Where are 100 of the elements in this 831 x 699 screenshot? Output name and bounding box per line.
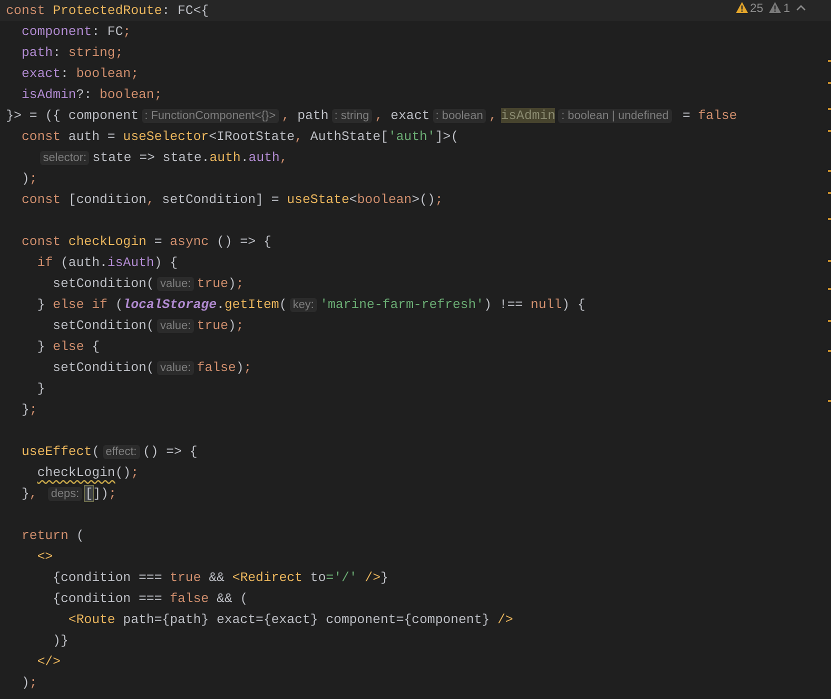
code-text: (	[115, 297, 124, 312]
code-text: )	[228, 276, 236, 291]
keyword: ;	[130, 465, 139, 480]
code-text: {condition ===	[52, 591, 164, 606]
code-text: (auth.	[60, 255, 108, 270]
keyword: boolean;	[76, 66, 139, 81]
global-object: localStorage	[123, 297, 217, 312]
code-text: )	[20, 675, 30, 690]
keyword: return	[20, 528, 70, 543]
keyword: else	[52, 339, 86, 354]
keyword: ,	[489, 108, 497, 123]
keyword: const	[20, 234, 62, 249]
keyword: true	[196, 318, 228, 333]
inlay-hint: selector:	[40, 151, 90, 165]
inlay-hint: : string	[332, 109, 372, 123]
code-text: () => {	[142, 444, 198, 459]
function-name: checkLogin	[68, 234, 146, 249]
keyword: ;	[29, 402, 38, 417]
code-text: : FC	[92, 24, 124, 39]
inlay-hint: value:	[157, 361, 194, 375]
keyword: false	[698, 108, 738, 123]
code-text: setCondition(	[52, 360, 154, 375]
property-name: component	[20, 24, 92, 39]
code-text: path	[296, 108, 329, 123]
keyword: const	[20, 192, 62, 207]
property-name: isAuth	[107, 255, 154, 270]
code-text: =	[681, 108, 692, 123]
code-text: .	[240, 150, 249, 165]
property-name: exact	[20, 66, 61, 81]
keyword: ,	[282, 108, 290, 123]
keyword: ;	[123, 24, 131, 39]
code-text: <IRootState	[208, 129, 295, 144]
property-name: path	[20, 45, 53, 60]
inlay-hint: key:	[290, 298, 317, 312]
code-text: >()	[412, 192, 436, 207]
code-text: path={path} exact={exact} component={component}	[122, 612, 490, 627]
keyword: else if	[52, 297, 108, 312]
keyword: ,	[280, 150, 288, 165]
code-text: setCondition] =	[162, 192, 280, 207]
function-name: getItem	[224, 297, 280, 312]
code-text: )	[228, 318, 236, 333]
keyword: const	[20, 129, 62, 144]
bracket-at-caret: [	[85, 486, 93, 501]
code-text: }> = ({ component	[6, 108, 139, 123]
inlay-hint: effect:	[102, 445, 140, 459]
keyword: null	[530, 297, 562, 312]
jsx-tag: </>	[6, 654, 61, 669]
code-text: [condition	[68, 192, 146, 207]
property-name: isAdmin	[20, 87, 76, 102]
function-name: useState	[286, 192, 350, 207]
jsx-tag: <Route	[6, 612, 116, 627]
code-text: ?:	[76, 87, 93, 102]
code-text: ) {	[154, 255, 178, 270]
keyword: boolean	[357, 192, 412, 207]
keyword: async	[170, 234, 210, 249]
chevron-up-icon[interactable]	[796, 4, 806, 12]
code-text: auth =	[68, 129, 116, 144]
code-text: }	[20, 402, 30, 417]
code-text: }	[36, 297, 46, 312]
keyword: ;	[29, 675, 38, 690]
code-text: state => state.	[92, 150, 210, 165]
weak-triangle-icon[interactable]	[769, 2, 782, 13]
code-text: () => {	[216, 234, 272, 249]
code-text: setCondition(	[52, 276, 154, 291]
keyword: ,	[29, 486, 38, 501]
code-text: )	[20, 171, 30, 186]
problem-count: 1	[783, 0, 790, 14]
keyword: string;	[68, 45, 124, 60]
code-text: ) !==	[484, 297, 524, 312]
warning-triangle-icon[interactable]	[736, 2, 748, 13]
jsx-tag: />	[490, 612, 514, 627]
code-text: :	[52, 45, 62, 60]
keyword: ,	[294, 129, 304, 144]
inlay-hint: value:	[157, 277, 194, 291]
code-text: =	[153, 234, 164, 249]
keyword: ;	[236, 318, 244, 333]
string-literal: ='/'	[326, 570, 358, 585]
code-text: }	[380, 570, 388, 585]
highlighted-parameter: isAdmin	[500, 108, 556, 123]
string-literal: 'auth'	[388, 129, 436, 144]
keyword: true	[196, 276, 228, 291]
keyword: ,	[375, 108, 383, 123]
code-text: }	[20, 486, 30, 501]
keyword: true	[170, 570, 202, 585]
inlay-hint: value:	[157, 319, 194, 333]
code-text: && (	[216, 591, 248, 606]
inlay-hint: deps:	[48, 487, 82, 501]
keyword: const	[6, 3, 46, 18]
function-name: useEffect	[20, 444, 92, 459]
keyword: false	[170, 591, 209, 606]
keyword: false	[196, 360, 236, 375]
keyword: ;	[108, 486, 116, 501]
code-text: .	[216, 297, 224, 312]
code-text: ]>(	[435, 129, 459, 144]
warning-underlined-call: checkLogin	[36, 465, 116, 480]
string-literal: 'marine-farm-refresh'	[320, 297, 484, 312]
code-text: to	[309, 570, 326, 585]
code-text: ) {	[562, 297, 586, 312]
keyword: ;	[29, 171, 38, 186]
code-text: {	[92, 339, 100, 354]
